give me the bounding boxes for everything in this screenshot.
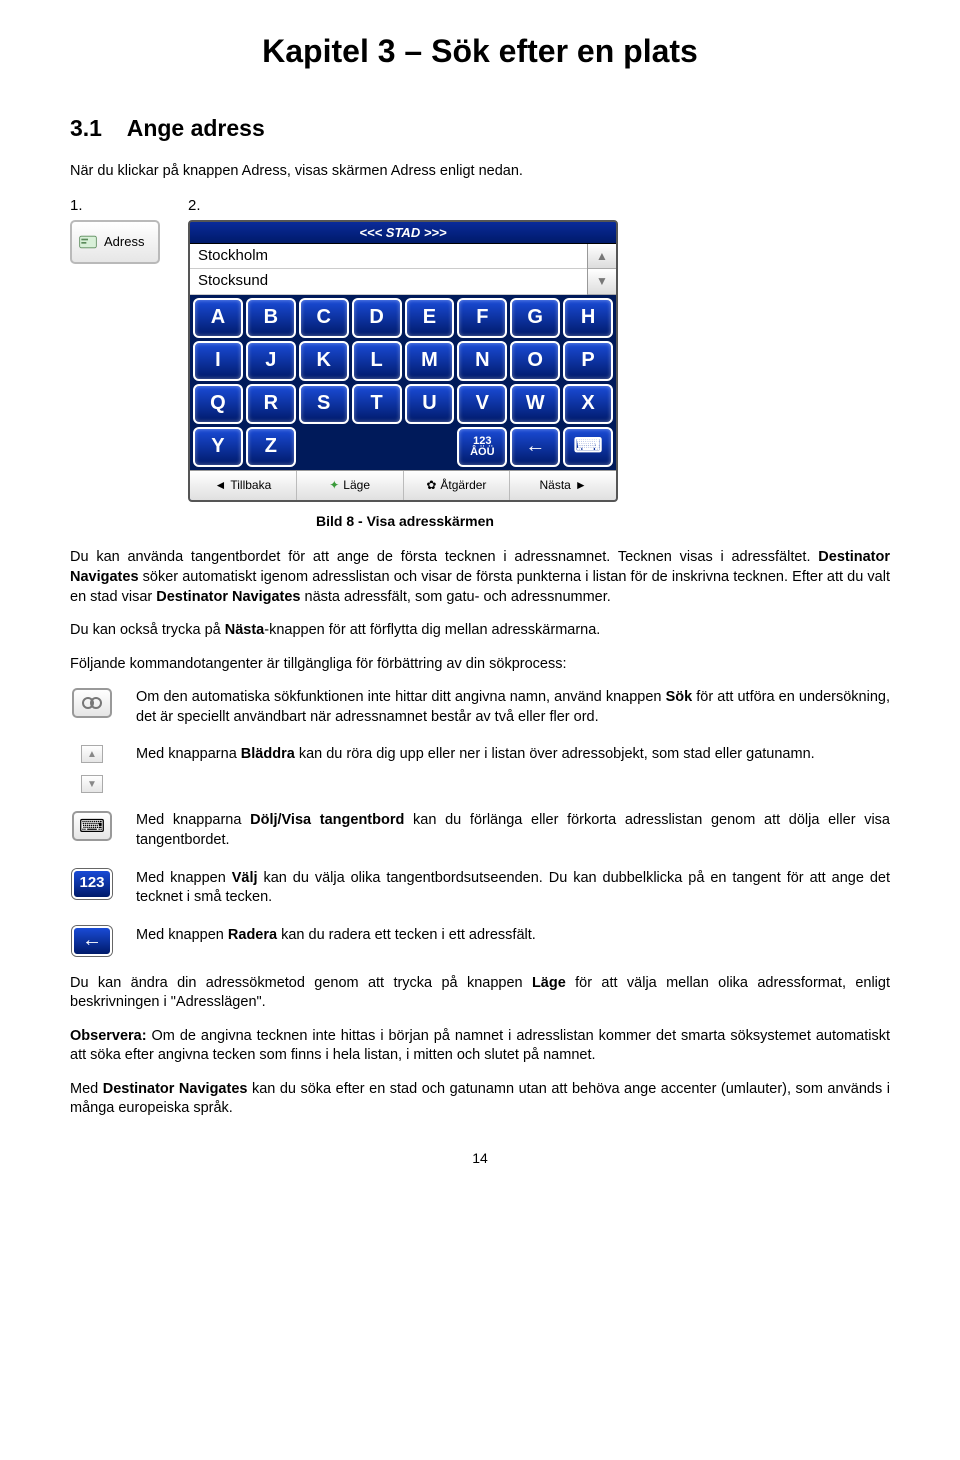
search-icon[interactable] — [72, 688, 112, 718]
key-backspace[interactable]: ← — [510, 427, 560, 467]
section-number: 3.1 — [70, 115, 102, 141]
key[interactable]: J — [246, 341, 296, 381]
key[interactable]: T — [352, 384, 402, 424]
btn-back[interactable]: ◄Tillbaka — [190, 471, 297, 500]
num-icon: 123 — [79, 873, 104, 893]
key[interactable]: Z — [246, 427, 296, 467]
figure-number-1: 1. — [70, 196, 160, 216]
chevron-up-icon: ▲ — [81, 745, 103, 763]
back-arrow-icon: ← — [82, 927, 102, 954]
adress-button[interactable]: Adress — [70, 220, 160, 264]
chapter-title: Kapitel 3 – Sök efter en plats — [70, 30, 890, 73]
btn-actions[interactable]: ✿Åtgärder — [404, 471, 511, 500]
scroll-down-icon[interactable]: ▼ — [588, 269, 616, 294]
device-list: Stockholm Stocksund ▲ ▼ — [190, 244, 616, 295]
keyboard-icon: ⌨ — [79, 814, 105, 838]
figure-caption: Bild 8 - Visa adresskärmen — [190, 512, 620, 531]
chevron-down-icon: ▼ — [81, 775, 103, 793]
key[interactable]: R — [246, 384, 296, 424]
figure-row: 1. Adress 2. <<< STAD >>> Stockholm Stoc… — [70, 196, 890, 502]
key[interactable]: W — [510, 384, 560, 424]
btn-mode[interactable]: ✦Läge — [297, 471, 404, 500]
icon-description: Med knappen Välj kan du välja olika tang… — [136, 869, 890, 908]
key[interactable]: E — [405, 298, 455, 338]
icon-description: Om den automatiska sökfunktionen inte hi… — [136, 688, 890, 727]
key[interactable]: A — [193, 298, 243, 338]
key[interactable]: D — [352, 298, 402, 338]
key[interactable]: P — [563, 341, 613, 381]
scroll-buttons: ▲ ▼ — [588, 244, 616, 295]
icon-description: Med knappen Radera kan du radera ett tec… — [136, 926, 890, 946]
key[interactable]: F — [457, 298, 507, 338]
key-keyboard-toggle[interactable]: ⌨ — [563, 427, 613, 467]
delete-icon[interactable]: ← — [72, 926, 112, 956]
keyboard-toggle-icon[interactable]: ⌨ — [72, 811, 112, 841]
scroll-icons[interactable]: ▲ ▼ — [81, 745, 103, 793]
key[interactable]: S — [299, 384, 349, 424]
adress-button-label: Adress — [104, 233, 144, 251]
icon-description: Med knapparna Bläddra kan du röra dig up… — [136, 745, 890, 765]
list-item[interactable]: Stocksund — [190, 269, 587, 294]
keyboard: A B C D E F G H I J K L M N O P — [190, 295, 616, 470]
btn-next[interactable]: Nästa► — [510, 471, 616, 500]
paragraph: Med Destinator Navigates kan du söka eft… — [70, 1080, 890, 1119]
paragraph: Du kan använda tangentbordet för att ang… — [70, 548, 890, 607]
icon-description: Med knapparna Dölj/Visa tangentbord kan … — [136, 811, 890, 850]
icon-list: Om den automatiska sökfunktionen inte hi… — [70, 688, 890, 955]
device-bottom-bar: ◄Tillbaka ✦Läge ✿Åtgärder Nästa► — [190, 470, 616, 500]
key[interactable]: V — [457, 384, 507, 424]
key[interactable]: Y — [193, 427, 243, 467]
key[interactable]: N — [457, 341, 507, 381]
key[interactable]: X — [563, 384, 613, 424]
key[interactable]: K — [299, 341, 349, 381]
key[interactable]: O — [510, 341, 560, 381]
key[interactable]: U — [405, 384, 455, 424]
section-title: 3.1 Ange adress — [70, 113, 890, 144]
section-name: Ange adress — [127, 115, 265, 141]
key-123[interactable]: 123ÅÖÜ — [457, 427, 507, 467]
device-header: <<< STAD >>> — [190, 222, 616, 244]
key[interactable]: H — [563, 298, 613, 338]
page-number: 14 — [70, 1149, 890, 1168]
key[interactable]: G — [510, 298, 560, 338]
list-item[interactable]: Stockholm — [190, 244, 587, 269]
paragraph: Du kan också trycka på Nästa-knappen för… — [70, 621, 890, 641]
key[interactable]: B — [246, 298, 296, 338]
paragraph: Observera: Om de angivna tecknen inte hi… — [70, 1027, 890, 1066]
key[interactable]: I — [193, 341, 243, 381]
figure-number-2: 2. — [188, 196, 618, 216]
key[interactable]: M — [405, 341, 455, 381]
intro-text: När du klickar på knappen Adress, visas … — [70, 162, 890, 182]
select-123-icon[interactable]: 123 — [72, 869, 112, 899]
key[interactable]: C — [299, 298, 349, 338]
address-card-icon — [78, 232, 98, 252]
paragraph: Du kan ändra din adressökmetod genom att… — [70, 974, 890, 1013]
key[interactable]: Q — [193, 384, 243, 424]
scroll-up-icon[interactable]: ▲ — [588, 244, 616, 269]
paragraph: Följande kommandotangenter är tillgängli… — [70, 655, 890, 675]
key[interactable]: L — [352, 341, 402, 381]
device-screenshot: <<< STAD >>> Stockholm Stocksund ▲ ▼ A B… — [188, 220, 618, 502]
